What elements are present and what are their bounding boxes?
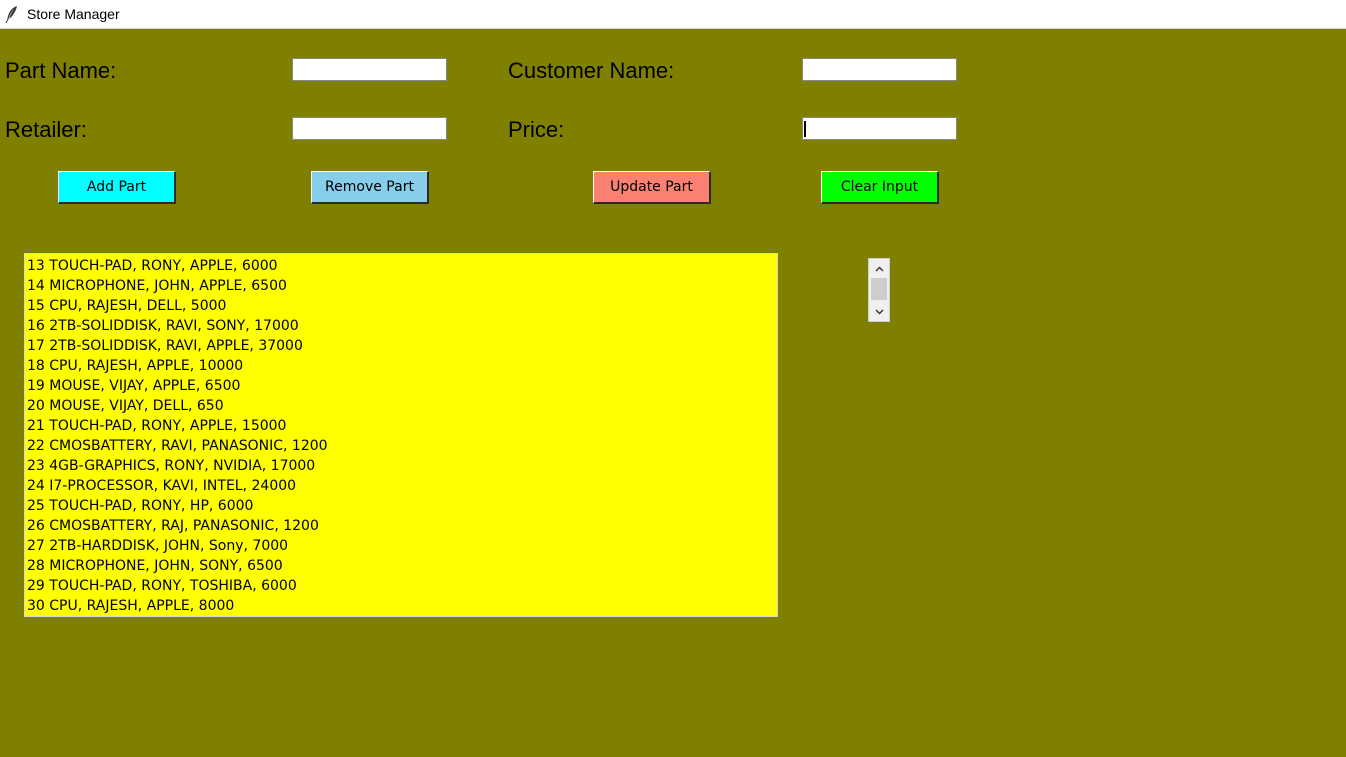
title-bar[interactable]: Store Manager	[0, 0, 1346, 29]
scroll-up-arrow-icon[interactable]	[869, 260, 889, 277]
list-item[interactable]: 14 MICROPHONE, JOHN, APPLE, 6500	[25, 276, 777, 296]
remove-part-button[interactable]: Remove Part	[311, 171, 429, 204]
scroll-thumb[interactable]	[871, 278, 887, 300]
part-name-label: Part Name:	[5, 58, 117, 83]
window-title: Store Manager	[27, 6, 120, 22]
list-item[interactable]: 17 2TB-SOLIDDISK, RAVI, APPLE, 37000	[25, 336, 777, 356]
list-item[interactable]: 23 4GB-GRAPHICS, RONY, NVIDIA, 17000	[25, 456, 777, 476]
store-manager-window: Store Manager Part Name: Customer Name: …	[0, 0, 1346, 757]
list-item[interactable]: 22 CMOSBATTERY, RAVI, PANASONIC, 1200	[25, 436, 777, 456]
clear-input-button[interactable]: Clear Input	[821, 171, 939, 204]
list-item[interactable]: 19 MOUSE, VIJAY, APPLE, 6500	[25, 376, 777, 396]
list-item[interactable]: 13 TOUCH-PAD, RONY, APPLE, 6000	[25, 256, 777, 276]
list-item[interactable]: 15 CPU, RAJESH, DELL, 5000	[25, 296, 777, 316]
text-cursor	[804, 121, 806, 137]
parts-list-scrollbar[interactable]	[868, 258, 890, 322]
retailer-label: Retailer:	[5, 117, 87, 142]
list-item[interactable]: 30 CPU, RAJESH, APPLE, 8000	[25, 596, 777, 616]
list-item[interactable]: 28 MICROPHONE, JOHN, SONY, 6500	[25, 556, 777, 576]
list-item[interactable]: 18 CPU, RAJESH, APPLE, 10000	[25, 356, 777, 376]
retailer-input[interactable]	[292, 117, 447, 140]
list-item[interactable]: 24 I7-PROCESSOR, KAVI, INTEL, 24000	[25, 476, 777, 496]
parts-listbox[interactable]: 13 TOUCH-PAD, RONY, APPLE, 6000 14 MICROP…	[24, 253, 778, 617]
list-item[interactable]: 29 TOUCH-PAD, RONY, TOSHIBA, 6000	[25, 576, 777, 596]
customer-name-input[interactable]	[802, 58, 957, 81]
price-label: Price:	[508, 117, 565, 142]
update-part-button[interactable]: Update Part	[593, 171, 711, 204]
list-item[interactable]: 21 TOUCH-PAD, RONY, APPLE, 15000	[25, 416, 777, 436]
part-name-input[interactable]	[292, 58, 447, 81]
list-item[interactable]: 25 TOUCH-PAD, RONY, HP, 6000	[25, 496, 777, 516]
list-item[interactable]: 20 MOUSE, VIJAY, DELL, 650	[25, 396, 777, 416]
price-input[interactable]	[802, 117, 957, 140]
list-item[interactable]: 27 2TB-HARDDISK, JOHN, Sony, 7000	[25, 536, 777, 556]
scroll-down-arrow-icon[interactable]	[869, 303, 889, 320]
customer-name-label: Customer Name:	[508, 58, 675, 83]
feather-icon	[5, 5, 19, 24]
list-item[interactable]: 16 2TB-SOLIDDISK, RAVI, SONY, 17000	[25, 316, 777, 336]
add-part-button[interactable]: Add Part	[58, 171, 176, 204]
list-item[interactable]: 26 CMOSBATTERY, RAJ, PANASONIC, 1200	[25, 516, 777, 536]
